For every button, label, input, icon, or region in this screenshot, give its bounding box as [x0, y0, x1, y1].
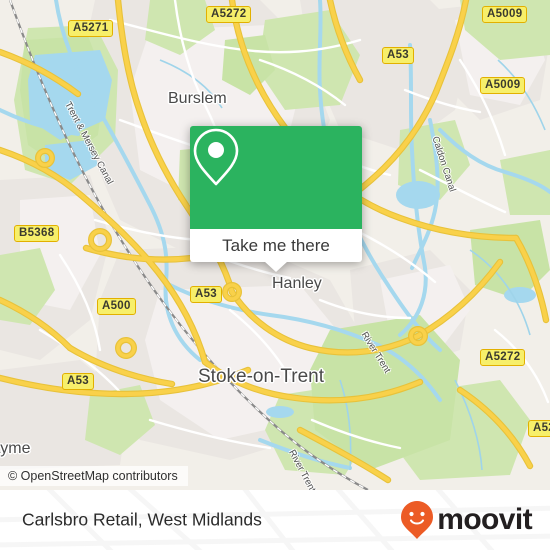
popup-tail — [264, 261, 288, 272]
osm-attribution[interactable]: © OpenStreetMap contributors — [0, 466, 188, 486]
road-shield-a52: A52 — [528, 420, 550, 437]
take-me-there-label: Take me there — [222, 235, 330, 255]
road-shield-a53: A53 — [382, 47, 414, 64]
road-shield-a53: A53 — [62, 373, 94, 390]
road-shield-a5272: A5272 — [480, 349, 526, 366]
road-shield-a5009: A5009 — [482, 6, 528, 23]
road-shield-a5271: A5271 — [68, 20, 114, 37]
place-label-burslem: Burslem — [168, 90, 227, 107]
moovit-pin-smiley-icon — [401, 501, 434, 539]
popup-marker-area — [190, 126, 362, 229]
moovit-brand[interactable]: moovit — [400, 500, 533, 540]
road-shield-a5272: A5272 — [206, 6, 252, 23]
place-label-stoke-on-trent: Stoke-on-Trent — [198, 366, 325, 387]
moovit-wordmark: moovit — [437, 503, 532, 536]
map-screenshot: A5271 A5272 A5009 A53 A5009 B5368 A500 A53 A53 A5… — [0, 0, 550, 550]
road-shield-a53: A53 — [190, 286, 222, 303]
road-shield-b5368: B5368 — [14, 225, 60, 242]
place-label-lyme: Lyme — [0, 440, 31, 457]
map-canvas[interactable]: A5271 A5272 A5009 A53 A5009 B5368 A500 A53 A53 A5… — [0, 0, 550, 490]
footer-bar: Carlsbro Retail, West Midlands moovit — [0, 490, 550, 550]
page-title: Carlsbro Retail, West Midlands — [22, 509, 262, 530]
road-shield-a5009: A5009 — [480, 77, 526, 94]
map-pin-icon — [193, 128, 239, 186]
road-shield-a500: A500 — [97, 298, 136, 315]
location-popup-card[interactable]: Take me there — [190, 126, 362, 272]
place-label-hanley: Hanley — [272, 275, 322, 292]
popup-action-area[interactable]: Take me there — [190, 229, 362, 272]
